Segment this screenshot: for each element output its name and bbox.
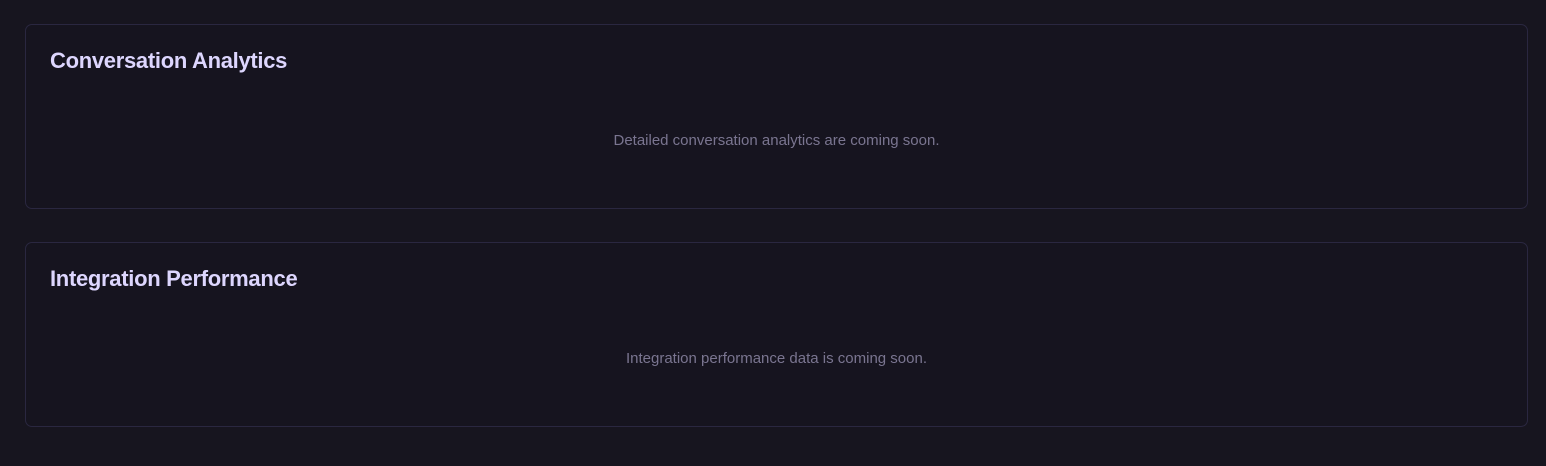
conversation-analytics-empty-message: Detailed conversation analytics are comi… [613,132,940,149]
conversation-analytics-title: Conversation Analytics [50,48,288,73]
integration-performance-card: Integration Performance Integration perf… [25,242,1528,427]
analytics-page: Conversation Analytics Detailed conversa… [0,0,1546,466]
conversation-analytics-card: Conversation Analytics Detailed conversa… [25,24,1528,209]
integration-performance-empty-message: Integration performance data is coming s… [625,350,927,367]
integration-performance-title: Integration Performance [50,266,298,291]
